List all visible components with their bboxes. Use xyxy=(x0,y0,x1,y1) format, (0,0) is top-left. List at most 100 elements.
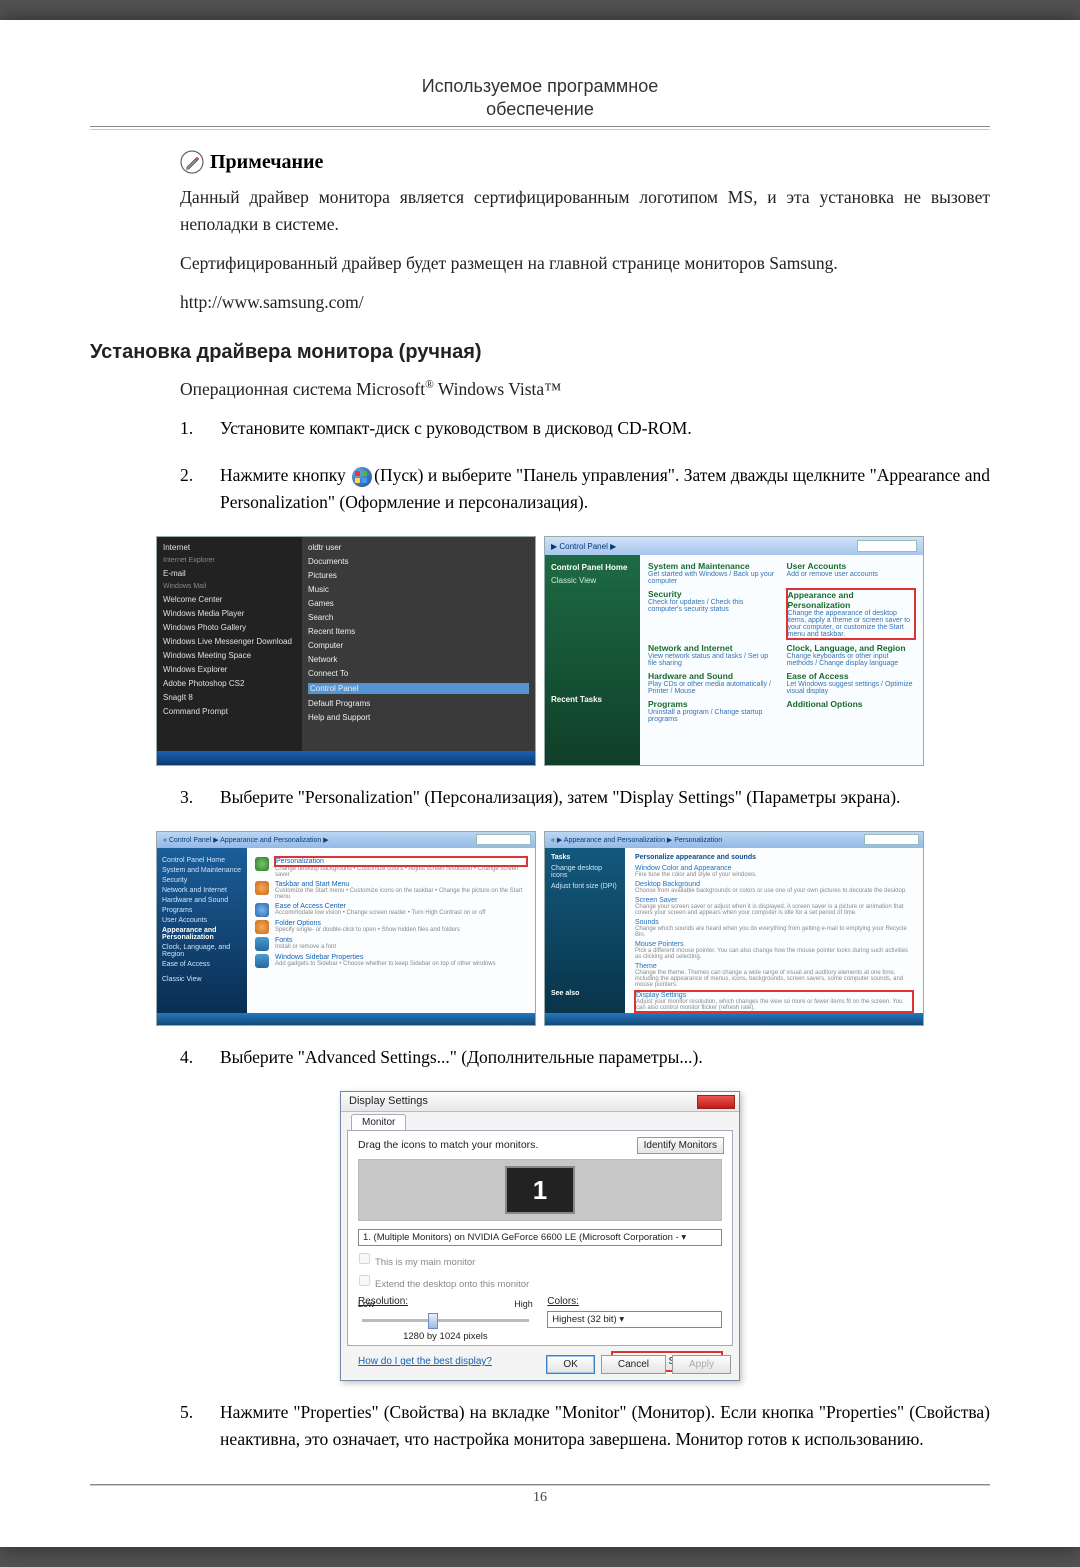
control-panel-screenshot: ▶ Control Panel ▶ Control Panel Home Cla… xyxy=(544,536,924,766)
start-option[interactable]: Recent Items xyxy=(308,627,529,636)
cp-side-heading: Control Panel Home xyxy=(551,563,634,572)
ap-item[interactable]: Taskbar and Start MenuCustomize the Star… xyxy=(255,881,527,900)
cp-category[interactable]: User AccountsAdd or remove user accounts xyxy=(787,561,916,585)
ok-button[interactable]: OK xyxy=(546,1355,594,1374)
cp-category[interactable]: SecurityCheck for updates / Check this c… xyxy=(648,589,777,639)
breadcrumb[interactable]: « Control Panel ▶ Appearance and Persona… xyxy=(163,836,329,844)
search-input[interactable] xyxy=(476,834,531,845)
start-item[interactable]: SnagIt 8 xyxy=(163,693,296,702)
monitor-thumbnail[interactable]: 1 xyxy=(505,1166,575,1214)
monitor-dropdown[interactable]: 1. (Multiple Monitors) on NVIDIA GeForce… xyxy=(358,1229,722,1246)
monitor-preview-area[interactable]: 1 xyxy=(358,1159,722,1221)
breadcrumb[interactable]: ▶ Control Panel ▶ xyxy=(551,542,616,551)
step-text: Выберите "Personalization" (Персонализац… xyxy=(220,784,990,811)
start-item[interactable]: Windows Photo Gallery xyxy=(163,623,296,632)
identify-monitors-button[interactable]: Identify Monitors xyxy=(637,1137,724,1154)
pz-side-pane: Tasks Change desktop icons Adjust font s… xyxy=(545,848,625,1013)
cp-category[interactable]: Clock, Language, and RegionChange keyboa… xyxy=(787,643,916,667)
side-link[interactable]: Hardware and Sound xyxy=(162,897,242,904)
start-option[interactable]: Music xyxy=(308,585,529,594)
tab-monitor[interactable]: Monitor xyxy=(351,1114,406,1130)
start-item[interactable]: Windows Live Messenger Download xyxy=(163,637,296,646)
ap-item[interactable]: Windows Sidebar PropertiesAdd gadgets to… xyxy=(255,954,527,968)
pz-item-display-settings-highlighted[interactable]: Display SettingsAdjust your monitor reso… xyxy=(635,991,913,1012)
start-item[interactable]: Adobe Photoshop CS2 xyxy=(163,679,296,688)
ap-item-title: Ease of Access Center xyxy=(275,903,486,910)
pz-item[interactable]: Mouse PointersPick a different mouse poi… xyxy=(635,941,913,960)
header-title: Используемое программное xyxy=(90,76,990,97)
bottom-strip xyxy=(157,1013,535,1025)
breadcrumb[interactable]: « ▶ Appearance and Personalization ▶ Per… xyxy=(551,836,722,844)
cp-category[interactable]: Hardware and SoundPlay CDs or other medi… xyxy=(648,671,777,695)
start-option[interactable]: Pictures xyxy=(308,571,529,580)
personalization-screenshot: « ▶ Appearance and Personalization ▶ Per… xyxy=(544,831,924,1026)
start-item[interactable]: Windows Media Player xyxy=(163,609,296,618)
step-5: 5. Нажмите "Properties" (Свойства) на вк… xyxy=(180,1399,990,1453)
ap-item-title: Taskbar and Start Menu xyxy=(275,881,527,888)
pz-item[interactable]: Window Color and AppearanceFine tune the… xyxy=(635,865,913,878)
ap-item[interactable]: FontsInstall or remove a font xyxy=(255,937,527,951)
pz-item[interactable]: Screen SaverChange your screen saver or … xyxy=(635,897,913,916)
slider-thumb[interactable] xyxy=(428,1313,438,1329)
side-link[interactable]: Network and Internet xyxy=(162,887,242,894)
start-option[interactable]: Help and Support xyxy=(308,713,529,722)
ap-item-personalization[interactable]: PersonalizationChange desktop background… xyxy=(255,857,527,878)
start-item[interactable]: Command Prompt xyxy=(163,707,296,716)
side-link[interactable]: User Accounts xyxy=(162,917,242,924)
start-option[interactable]: Connect To xyxy=(308,669,529,678)
pz-item[interactable]: Desktop BackgroundChoose from available … xyxy=(635,881,913,894)
resolution-column: Resolution: Low High 1280 by 1024 pixels xyxy=(358,1296,533,1342)
side-link[interactable]: Classic View xyxy=(162,976,242,983)
step-number: 2. xyxy=(180,462,200,516)
close-icon[interactable] xyxy=(697,1095,735,1109)
cp-category[interactable]: Network and InternetView network status … xyxy=(648,643,777,667)
start-option[interactable]: Documents xyxy=(308,557,529,566)
cp-category-appearance-highlighted[interactable]: Appearance and PersonalizationChange the… xyxy=(787,589,916,639)
task-link[interactable]: Adjust font size (DPI) xyxy=(551,883,619,890)
side-link[interactable]: System and Maintenance xyxy=(162,867,242,874)
cp-category[interactable]: System and MaintenanceGet started with W… xyxy=(648,561,777,585)
start-item[interactable]: E-mail xyxy=(163,569,296,578)
cp-category[interactable]: ProgramsUninstall a program / Change sta… xyxy=(648,699,777,723)
dialog-body: Drag the icons to match your monitors. I… xyxy=(347,1130,733,1346)
search-input[interactable] xyxy=(857,540,917,552)
pz-item[interactable]: ThemeChange the theme. Themes can change… xyxy=(635,963,913,988)
slider-high-label: High xyxy=(514,1299,533,1309)
ap-side-pane: Control Panel Home System and Maintenanc… xyxy=(157,848,247,1013)
side-link[interactable]: Clock, Language, and Region xyxy=(162,944,242,958)
side-link-current[interactable]: Appearance and Personalization xyxy=(162,927,242,941)
cancel-button[interactable]: Cancel xyxy=(601,1355,666,1374)
start-option-control-panel[interactable]: Control Panel xyxy=(308,683,529,694)
side-link[interactable]: Programs xyxy=(162,907,242,914)
start-option[interactable]: Computer xyxy=(308,641,529,650)
start-option[interactable]: oldtr user xyxy=(308,543,529,552)
trademark-symbol: ™ xyxy=(544,379,561,399)
side-link[interactable]: Control Panel Home xyxy=(162,857,242,864)
start-option[interactable]: Network xyxy=(308,655,529,664)
start-item[interactable]: Windows Meeting Space xyxy=(163,651,296,660)
cp-category[interactable]: Ease of AccessLet Windows suggest settin… xyxy=(787,671,916,695)
search-input[interactable] xyxy=(864,834,919,845)
start-item[interactable]: Welcome Center xyxy=(163,595,296,604)
ap-item[interactable]: Ease of Access CenterAccommodate low vis… xyxy=(255,903,527,917)
start-option[interactable]: Games xyxy=(308,599,529,608)
header-rule xyxy=(90,126,990,127)
task-link[interactable]: Change desktop icons xyxy=(551,865,619,879)
ap-item[interactable]: Folder OptionsSpecify single- or double-… xyxy=(255,920,527,934)
side-link[interactable]: Security xyxy=(162,877,242,884)
side-link[interactable]: Ease of Access xyxy=(162,961,242,968)
cp-category[interactable]: Additional Options xyxy=(787,699,916,723)
colors-dropdown[interactable]: Highest (32 bit) ▾ xyxy=(547,1311,722,1328)
classic-view-link[interactable]: Classic View xyxy=(551,576,634,585)
start-option[interactable]: Search xyxy=(308,613,529,622)
os-mid: Windows Vista xyxy=(434,379,544,399)
start-item[interactable]: Internet xyxy=(163,543,296,552)
resolution-slider[interactable]: Low High xyxy=(358,1311,533,1329)
pz-item[interactable]: SoundsChange which sounds are heard when… xyxy=(635,919,913,938)
cp-categories: System and MaintenanceGet started with W… xyxy=(640,555,923,765)
start-option[interactable]: Default Programs xyxy=(308,699,529,708)
start-item[interactable]: Windows Explorer xyxy=(163,665,296,674)
screenshots-step-3: « Control Panel ▶ Appearance and Persona… xyxy=(90,831,990,1026)
help-link[interactable]: How do I get the best display? xyxy=(358,1356,492,1367)
step-4: 4. Выберите "Advanced Settings..." (Допо… xyxy=(180,1044,990,1071)
